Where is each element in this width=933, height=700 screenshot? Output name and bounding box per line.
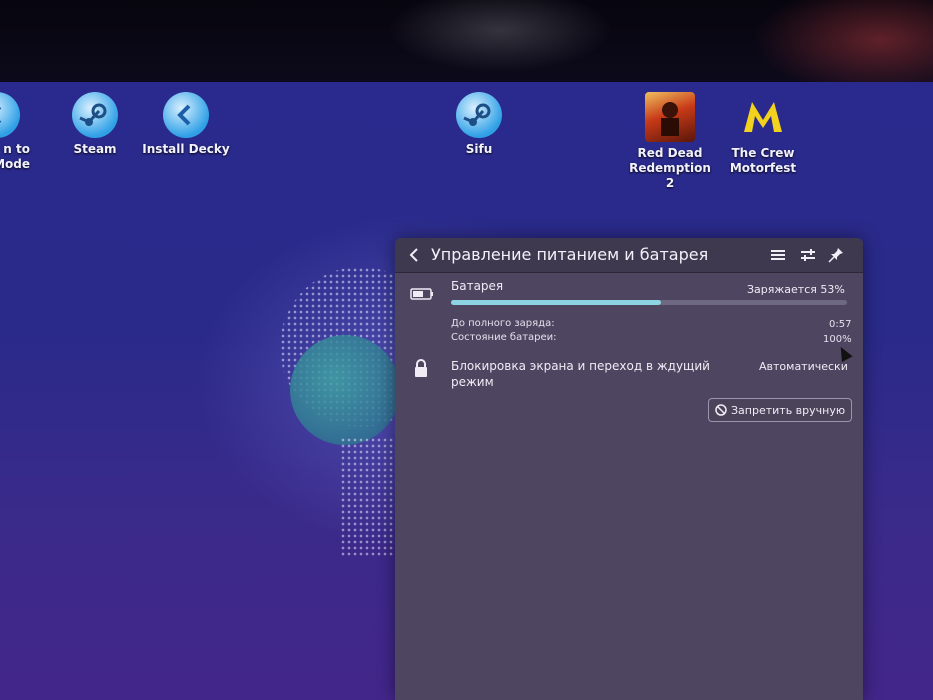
hamburger-icon	[771, 250, 785, 260]
desktop-icon-label: n to Mode	[0, 142, 30, 171]
back-button[interactable]	[405, 246, 423, 264]
desktop-icon-label: Red Dead Redemption 2	[629, 146, 711, 190]
desktop-icon-return-to-game-mode[interactable]: n to Mode	[0, 92, 42, 172]
desktop-icon-steam[interactable]: Steam	[50, 92, 140, 157]
desktop-icon-label: Sifu	[465, 142, 493, 156]
monitor-bezel-glow	[0, 0, 933, 90]
time-to-full-label: До полного заряда:	[451, 318, 555, 329]
battery-level-fill	[451, 300, 661, 305]
desktop-icon-label: The Crew Motorfest	[729, 146, 797, 175]
battery-label: Батарея	[451, 279, 504, 293]
block-icon	[715, 404, 727, 416]
desktop-icon-label: Install Decky	[142, 142, 230, 156]
lock-icon	[413, 358, 429, 378]
sliders-icon	[801, 249, 815, 261]
battery-health-value: 100%	[823, 334, 852, 345]
panel-header: Управление питанием и батарея	[395, 238, 863, 273]
panel-title: Управление питанием и батарея	[431, 245, 709, 264]
power-management-panel: Управление питанием и батарея Батарея За…	[395, 238, 863, 700]
rdr2-icon	[645, 92, 695, 142]
return-arrow-icon	[0, 92, 20, 138]
pin-icon	[828, 248, 843, 263]
inhibit-manually-button[interactable]: Запретить вручную	[708, 398, 852, 422]
steam-icon	[72, 92, 118, 138]
desktop-icon-the-crew-motorfest[interactable]: The Crew Motorfest	[718, 92, 808, 176]
desktop-icon-red-dead-redemption-2[interactable]: Red Dead Redemption 2	[625, 92, 715, 191]
desktop-icon-label: Steam	[73, 142, 117, 156]
sleep-mode-value[interactable]: Автоматически	[759, 360, 848, 373]
configure-button[interactable]	[799, 246, 817, 264]
crew-icon	[738, 92, 788, 142]
time-to-full-value: 0:57	[829, 319, 852, 330]
battery-level-bar	[451, 300, 847, 305]
battery-charging-status: Заряжается 53%	[747, 283, 845, 296]
battery-icon	[410, 285, 434, 300]
menu-button[interactable]	[769, 246, 787, 264]
chevron-left-icon	[409, 248, 418, 262]
screen-lock-sleep-label: Блокировка экрана и переход в ждущий реж…	[451, 359, 710, 389]
battery-health-label: Состояние батареи:	[451, 332, 557, 343]
decky-icon	[163, 92, 209, 138]
desktop-icon-install-decky[interactable]: Install Decky	[141, 92, 231, 157]
inhibit-manually-label: Запретить вручную	[731, 404, 846, 417]
desktop-icon-sifu[interactable]: Sifu	[434, 92, 524, 157]
steam-icon	[456, 92, 502, 138]
pin-button[interactable]	[827, 246, 845, 264]
